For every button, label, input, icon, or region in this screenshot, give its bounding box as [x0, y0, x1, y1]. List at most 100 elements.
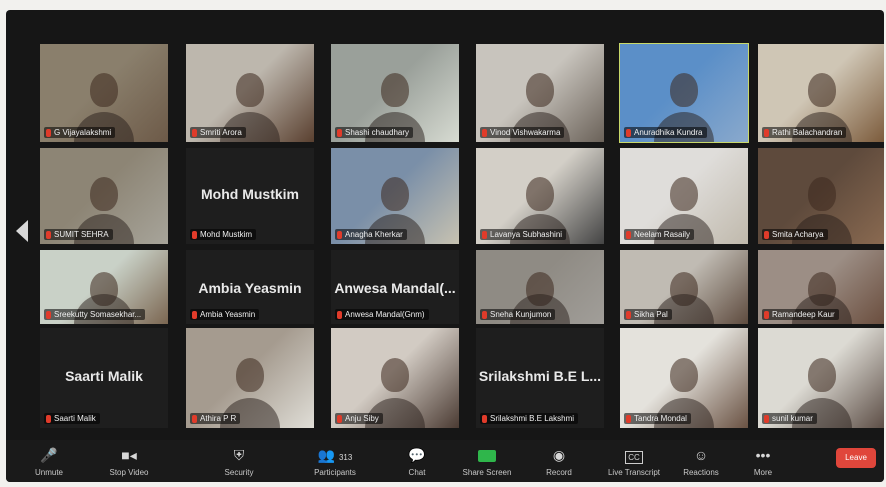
participant-name: Anuradhika Kundra: [634, 128, 703, 137]
more-button[interactable]: ••• More: [728, 444, 798, 480]
microphone-muted-icon: [192, 414, 197, 423]
microphone-muted-icon: [626, 310, 631, 319]
participant-silhouette: [526, 176, 554, 211]
more-label: More: [753, 468, 773, 477]
microphone-muted-icon: [482, 128, 487, 137]
participant-tile[interactable]: Rathi Balachandran: [758, 44, 884, 142]
reactions-button[interactable]: ☺ Reactions: [666, 444, 736, 480]
participant-name: Vinod Vishwakarma: [490, 128, 561, 137]
meeting-toolbar: 🎤 Unmute ■◂ Stop Video ⛨ Security 👥 313 …: [6, 440, 884, 482]
participant-name: sunil kumar: [772, 414, 813, 423]
participant-tile[interactable]: G Vijayalakshmi: [40, 44, 168, 142]
security-label: Security: [224, 468, 254, 477]
chat-label: Chat: [408, 468, 426, 477]
previous-page-arrow-icon[interactable]: [16, 220, 28, 242]
microphone-muted-icon: [337, 310, 342, 319]
participant-silhouette: [808, 73, 836, 108]
participant-tile[interactable]: Anwesa Mandal(... Anwesa Mandal(Gnm): [331, 250, 459, 324]
participant-tile[interactable]: Smriti Arora: [186, 44, 314, 142]
participant-tile[interactable]: Shashi chaudhary: [331, 44, 459, 142]
participant-name-tag: Shashi chaudhary: [335, 127, 414, 138]
participant-display-name: Ambia Yeasmin: [198, 279, 302, 296]
unmute-button[interactable]: 🎤 Unmute: [14, 444, 84, 480]
microphone-muted-icon: [337, 230, 342, 239]
participant-tile[interactable]: Sneha Kunjumon: [476, 250, 604, 324]
leave-button[interactable]: Leave: [836, 448, 876, 468]
record-button[interactable]: ◉ Record: [524, 444, 594, 480]
participant-silhouette: [381, 176, 409, 211]
participant-tile[interactable]: Lavanya Subhashini: [476, 148, 604, 244]
reactions-label: Reactions: [683, 468, 719, 477]
microphone-muted-icon: [764, 310, 769, 319]
participant-tile[interactable]: Srilakshmi B.E L... Srilakshmi B.E Lakshm…: [476, 328, 604, 428]
chat-button[interactable]: 💬 Chat: [382, 444, 452, 480]
participant-tile[interactable]: Saarti Malik Saarti Malik: [40, 328, 168, 428]
participant-tile[interactable]: Sreekutty Somasekhar...: [40, 250, 168, 324]
participants-icon: 👥 313: [317, 447, 353, 463]
smiley-icon: ☺: [693, 447, 709, 463]
participant-display-name: Srilakshmi B.E L...: [478, 368, 602, 384]
participant-tile[interactable]: Anju Siby: [331, 328, 459, 428]
participants-button[interactable]: 👥 313 Participants: [290, 444, 380, 480]
microphone-muted-icon: [764, 414, 769, 423]
participant-tile[interactable]: Neelam Rasaily: [620, 148, 748, 244]
share-screen-label: Share Screen: [462, 468, 512, 477]
live-transcript-button[interactable]: CC Live Transcript: [594, 444, 674, 480]
participant-name: SUMIT SEHRA: [54, 230, 109, 239]
participant-tile[interactable]: sunil kumar: [758, 328, 884, 428]
microphone-muted-icon: [46, 128, 51, 137]
microphone-muted-icon: 🎤: [40, 447, 58, 463]
participant-display-name: Mohd Mustkim: [201, 186, 299, 203]
participant-tile[interactable]: Ramandeep Kaur: [758, 250, 884, 324]
participant-display-name: Anwesa Mandal(...: [334, 279, 456, 296]
participant-silhouette: [670, 176, 698, 211]
participant-silhouette: [670, 358, 698, 392]
record-icon: ◉: [552, 447, 566, 463]
participant-tile[interactable]: Athira P R: [186, 328, 314, 428]
security-button[interactable]: ⛨ Security: [204, 444, 274, 480]
live-transcript-label: Live Transcript: [607, 468, 661, 477]
participant-tile[interactable]: Tandra Mondal: [620, 328, 748, 428]
participant-name: Lavanya Subhashini: [490, 230, 563, 239]
participant-tile[interactable]: Smita Acharya: [758, 148, 884, 244]
unmute-label: Unmute: [34, 468, 63, 477]
microphone-muted-icon: [764, 230, 769, 239]
microphone-muted-icon: [337, 414, 342, 423]
share-screen-button[interactable]: Share Screen: [452, 444, 522, 480]
participant-name: Shashi chaudhary: [345, 128, 410, 137]
closed-caption-icon: CC: [594, 446, 674, 464]
participant-tile[interactable]: Ambia Yeasmin Ambia Yeasmin: [186, 250, 314, 324]
participant-display-name: Saarti Malik: [65, 368, 143, 384]
microphone-muted-icon: [46, 310, 51, 319]
participant-name-tag: Saarti Malik: [44, 413, 100, 424]
participant-tile[interactable]: Mohd Mustkim Mohd Mustkim: [186, 148, 314, 244]
participant-name-tag: Sneha Kunjumon: [480, 309, 556, 320]
participant-name-tag: Anju Siby: [335, 413, 383, 424]
participant-name: Rathi Balachandran: [772, 128, 843, 137]
participant-name: Mohd Mustkim: [200, 230, 253, 239]
participant-tile[interactable]: SUMIT SEHRA: [40, 148, 168, 244]
participant-name-tag: Neelam Rasaily: [624, 229, 695, 240]
participant-silhouette: [526, 73, 554, 108]
video-camera-icon: ■◂: [121, 447, 137, 463]
participant-tile[interactable]: Anuradhika Kundra: [619, 43, 749, 143]
chat-bubble-icon: 💬: [408, 447, 426, 463]
participant-name: Anju Siby: [345, 414, 379, 423]
participant-name-tag: Anwesa Mandal(Gnm): [335, 309, 429, 320]
participant-name: G Vijayalakshmi: [54, 128, 112, 137]
participant-tile[interactable]: Vinod Vishwakarma: [476, 44, 604, 142]
microphone-muted-icon: [482, 230, 487, 239]
participant-tile[interactable]: Sikha Pal: [620, 250, 748, 324]
stop-video-button[interactable]: ■◂ Stop Video: [94, 444, 164, 480]
microphone-muted-icon: [764, 128, 769, 137]
participants-count: 313: [338, 453, 353, 462]
microphone-muted-icon: [626, 414, 631, 423]
participant-name-tag: sunil kumar: [762, 413, 817, 424]
participant-name-tag: Smita Acharya: [762, 229, 828, 240]
participant-silhouette: [670, 73, 698, 108]
participant-tile[interactable]: Anagha Kherkar: [331, 148, 459, 244]
microphone-muted-icon: [626, 230, 631, 239]
participant-name-tag: SUMIT SEHRA: [44, 229, 113, 240]
zoom-meeting-window: G Vijayalakshmi Smriti Arora Shashi chaudh…: [6, 10, 884, 482]
participant-name: Tandra Mondal: [634, 414, 687, 423]
